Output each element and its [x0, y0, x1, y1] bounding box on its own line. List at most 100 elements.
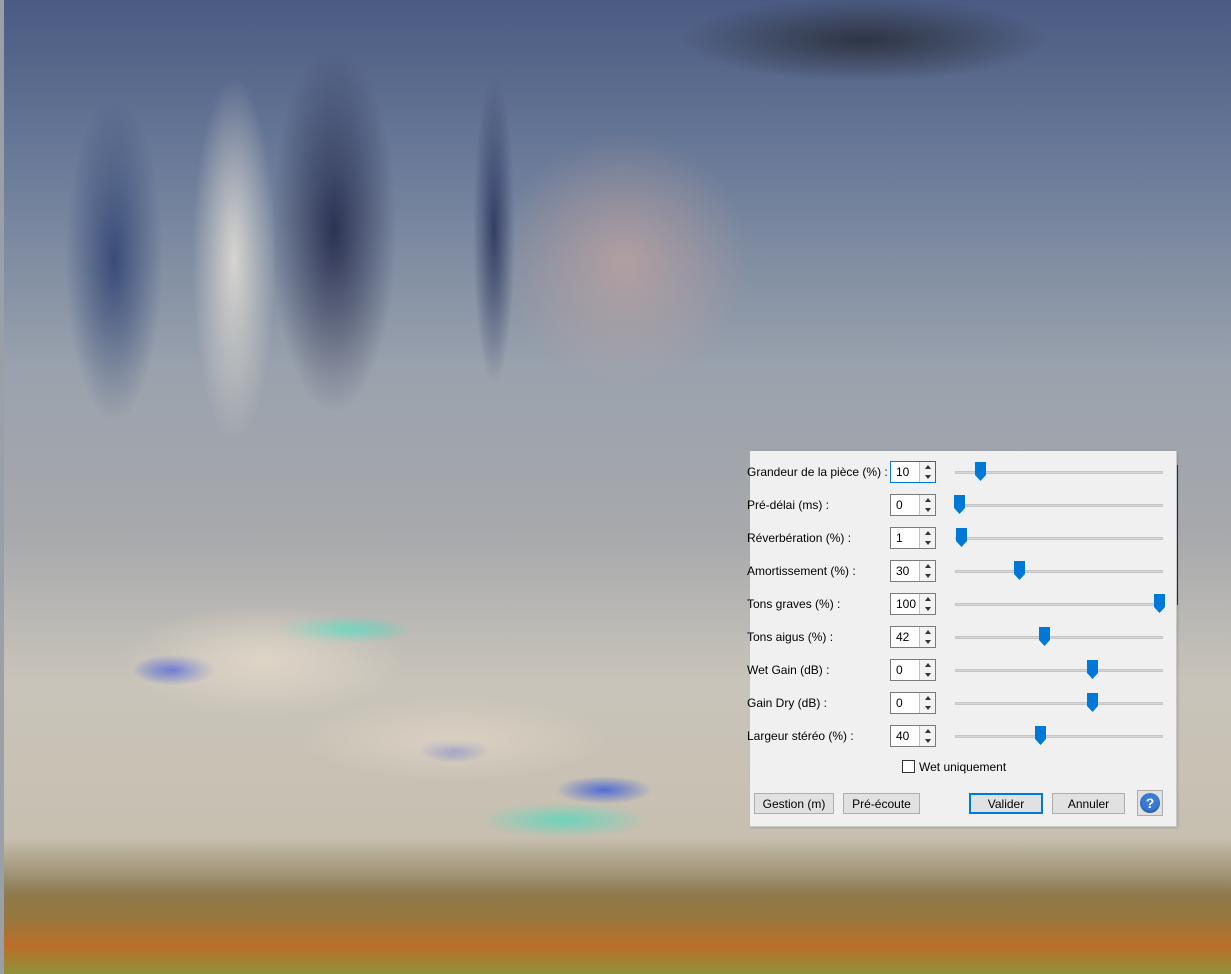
- chevron-up-icon: [924, 597, 931, 601]
- spin-down-button[interactable]: [920, 571, 935, 581]
- chevron-up-icon: [924, 531, 931, 535]
- param-label: Pré-délai (ms) :: [747, 498, 830, 512]
- param-row: Largeur stéréo (%) : 40: [747, 725, 1176, 749]
- param-label: Largeur stéréo (%) :: [747, 729, 854, 743]
- chevron-down-icon: [924, 739, 931, 743]
- spin-down-button[interactable]: [920, 604, 935, 614]
- param-slider-track[interactable]: [955, 570, 1163, 573]
- chevron-down-icon: [924, 706, 931, 710]
- param-slider-thumb[interactable]: [1035, 726, 1047, 745]
- param-slider-track[interactable]: [955, 471, 1163, 474]
- spin-down-button[interactable]: [920, 670, 935, 680]
- chevron-down-icon: [924, 541, 931, 545]
- chevron-down-icon: [924, 640, 931, 644]
- param-value[interactable]: 100: [896, 597, 916, 611]
- param-slider-track[interactable]: [955, 669, 1163, 672]
- param-label: Réverbération (%) :: [747, 531, 852, 545]
- spin-buttons: [919, 462, 935, 482]
- param-label: Tons graves (%) :: [747, 597, 841, 611]
- param-slider-thumb[interactable]: [1153, 594, 1165, 613]
- spin-buttons: [919, 726, 935, 746]
- param-spinbox[interactable]: 40: [890, 725, 936, 747]
- param-row: Tons graves (%) : 100: [747, 593, 1176, 617]
- param-row: Wet Gain (dB) : 0: [747, 659, 1176, 683]
- spin-buttons: [919, 528, 935, 548]
- param-slider-track[interactable]: [955, 735, 1163, 738]
- wet-only-checkbox[interactable]: [902, 760, 915, 773]
- spin-down-button[interactable]: [920, 736, 935, 746]
- param-label: Wet Gain (dB) :: [747, 663, 830, 677]
- spin-down-button[interactable]: [920, 505, 935, 515]
- param-spinbox[interactable]: 100: [890, 593, 936, 615]
- param-row: Amortissement (%) : 30: [747, 560, 1176, 584]
- chevron-up-icon: [924, 465, 931, 469]
- param-row: Réverbération (%) : 1: [747, 527, 1176, 551]
- help-icon: ?: [1140, 793, 1160, 813]
- spin-down-button[interactable]: [920, 538, 935, 548]
- help-button[interactable]: ?: [1137, 790, 1163, 816]
- spin-down-button[interactable]: [920, 637, 935, 647]
- param-slider-thumb[interactable]: [1014, 561, 1026, 580]
- param-slider-track[interactable]: [955, 504, 1163, 507]
- param-slider-thumb[interactable]: [1039, 627, 1051, 646]
- spin-buttons: [919, 627, 935, 647]
- manage-button[interactable]: Gestion (m): [754, 793, 834, 814]
- spin-buttons: [919, 693, 935, 713]
- param-row: Pré-délai (ms) : 0: [747, 494, 1176, 518]
- param-value[interactable]: 40: [896, 729, 909, 743]
- chevron-down-icon: [924, 574, 931, 578]
- param-spinbox[interactable]: 30: [890, 560, 936, 582]
- param-spinbox[interactable]: 0: [890, 692, 936, 714]
- chevron-down-icon: [924, 475, 931, 479]
- param-label: Gain Dry (dB) :: [747, 696, 828, 710]
- spin-buttons: [919, 594, 935, 614]
- chevron-up-icon: [924, 630, 931, 634]
- param-value[interactable]: 10: [896, 465, 909, 479]
- param-value[interactable]: 0: [896, 696, 903, 710]
- param-value[interactable]: 1: [896, 531, 903, 545]
- background-ground: [4, 880, 1231, 974]
- param-slider-thumb[interactable]: [974, 462, 986, 481]
- param-label: Grandeur de la pièce (%) :: [747, 465, 888, 479]
- param-row: Grandeur de la pièce (%) : 10: [747, 461, 1176, 485]
- param-value[interactable]: 0: [896, 663, 903, 677]
- chevron-up-icon: [924, 663, 931, 667]
- param-spinbox[interactable]: 10: [890, 461, 936, 483]
- param-row: Tons aigus (%) : 42: [747, 626, 1176, 650]
- spin-buttons: [919, 660, 935, 680]
- param-slider-thumb[interactable]: [954, 495, 966, 514]
- param-spinbox[interactable]: 42: [890, 626, 936, 648]
- param-value[interactable]: 0: [896, 498, 903, 512]
- param-slider-thumb[interactable]: [956, 528, 968, 547]
- param-slider-track[interactable]: [955, 603, 1163, 606]
- chevron-up-icon: [924, 564, 931, 568]
- param-slider-thumb[interactable]: [1087, 693, 1099, 712]
- param-spinbox[interactable]: 0: [890, 659, 936, 681]
- param-value[interactable]: 30: [896, 564, 909, 578]
- wet-only-label: Wet uniquement: [919, 760, 1007, 774]
- spin-down-button[interactable]: [920, 472, 935, 482]
- cancel-button[interactable]: Annuler: [1052, 793, 1125, 814]
- spin-down-button[interactable]: [920, 703, 935, 713]
- param-slider-track[interactable]: [955, 636, 1163, 639]
- param-slider-thumb[interactable]: [1087, 660, 1099, 679]
- chevron-down-icon: [924, 607, 931, 611]
- param-slider-track[interactable]: [955, 702, 1163, 705]
- param-label: Amortissement (%) :: [747, 564, 856, 578]
- param-label: Tons aigus (%) :: [747, 630, 834, 644]
- chevron-up-icon: [924, 696, 931, 700]
- chevron-up-icon: [924, 498, 931, 502]
- param-row: Gain Dry (dB) : 0: [747, 692, 1176, 716]
- chevron-down-icon: [924, 508, 931, 512]
- spin-buttons: [919, 561, 935, 581]
- chevron-down-icon: [924, 673, 931, 677]
- chevron-up-icon: [924, 729, 931, 733]
- param-spinbox[interactable]: 0: [890, 494, 936, 516]
- spin-buttons: [919, 495, 935, 515]
- param-spinbox[interactable]: 1: [890, 527, 936, 549]
- param-slider-track[interactable]: [955, 537, 1163, 540]
- ok-button[interactable]: Valider: [969, 793, 1043, 814]
- reverb-dialog: Grandeur de la pièce (%) :10 Pré-délai (m…: [747, 451, 1177, 827]
- preview-button[interactable]: Pré-écoute: [843, 793, 920, 814]
- param-value[interactable]: 42: [896, 630, 909, 644]
